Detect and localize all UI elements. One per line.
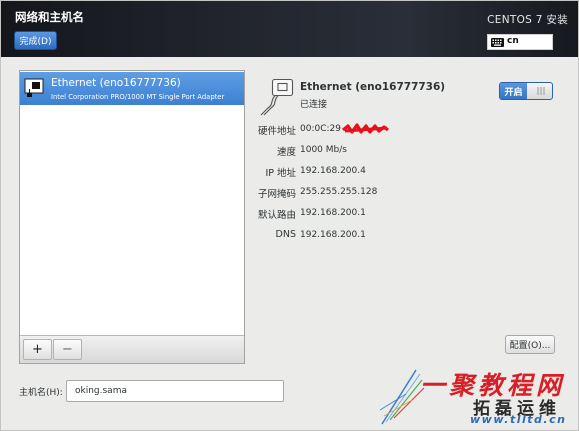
speed-value: 1000 Mb/s — [300, 145, 347, 155]
subnet-mask-label: 子网掩码 — [257, 189, 296, 200]
network-wired-icon — [260, 78, 294, 116]
keyboard-icon — [491, 38, 504, 47]
hostname-input[interactable] — [66, 380, 284, 402]
connection-status: 已连接 — [300, 100, 328, 110]
add-device-button[interactable]: + — [23, 339, 52, 360]
done-button[interactable]: 完成(D) — [14, 31, 57, 50]
toggle-grip-icon — [537, 87, 545, 95]
dns-label: DNS — [275, 229, 296, 240]
header-bar: 网络和主机名 完成(D) CENTOS 7 安装 cn — [0, 0, 579, 57]
dns-value: 192.168.200.1 — [300, 230, 366, 240]
redaction-mark — [342, 123, 389, 134]
ip-address-value: 192.168.200.4 — [300, 166, 366, 176]
toggle-on-label: 开启 — [500, 83, 527, 99]
hardware-address-label: 硬件地址 — [257, 126, 296, 137]
default-route-label: 默认路由 — [257, 210, 296, 221]
device-title: Ethernet (eno16777736) — [300, 81, 446, 93]
product-title: CENTOS 7 安装 — [487, 14, 568, 26]
device-toggle-switch[interactable]: 开启 — [499, 82, 553, 100]
hostname-label: 主机名(H): — [19, 388, 63, 398]
default-route-value: 192.168.200.1 — [300, 208, 366, 218]
device-list[interactable]: Ethernet (eno16777736) Intel Corporation… — [19, 70, 245, 364]
watermark-logo-icon — [379, 369, 425, 425]
keyboard-layout-indicator[interactable]: cn — [487, 34, 553, 50]
device-name: Ethernet (eno16777736) — [51, 77, 181, 89]
configure-button[interactable]: 配置(O)... — [505, 335, 555, 354]
device-list-toolbar: + − — [20, 335, 244, 363]
device-description: Intel Corporation PRO/1000 MT Single Por… — [51, 93, 225, 101]
network-card-icon — [24, 78, 44, 97]
keyboard-layout-label: cn — [507, 36, 519, 46]
speed-label: 速度 — [276, 147, 296, 158]
hardware-address-value: 00:0C:29 — [300, 124, 341, 134]
page-title: 网络和主机名 — [15, 10, 84, 24]
remove-device-button[interactable]: − — [53, 339, 82, 360]
subnet-mask-value: 255.255.255.128 — [300, 187, 378, 197]
watermark-url: www.tlltd.cn — [470, 413, 567, 426]
ip-address-label: IP 地址 — [265, 168, 296, 179]
device-list-item[interactable]: Ethernet (eno16777736) Intel Corporation… — [20, 72, 244, 105]
